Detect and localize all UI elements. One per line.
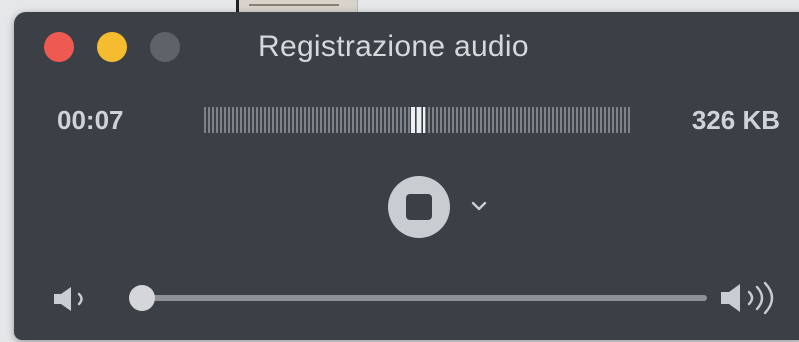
level-peak-indicator — [411, 107, 425, 133]
volume-slider[interactable] — [129, 285, 707, 311]
window-title: Registrazione audio — [258, 30, 529, 63]
close-button[interactable] — [44, 32, 74, 62]
speaker-low-icon — [54, 287, 83, 311]
volume-slider-thumb[interactable] — [129, 285, 155, 311]
desktop-background: Registrazione audio 00:07 326 KB — [0, 0, 799, 342]
zoom-button-disabled — [150, 32, 180, 62]
speaker-high-icon — [721, 281, 774, 315]
stop-button[interactable] — [388, 176, 450, 238]
audio-level-meter — [204, 107, 632, 133]
file-size: 326 KB — [691, 105, 780, 135]
chevron-down-icon[interactable] — [469, 198, 489, 214]
minimize-button[interactable] — [97, 32, 127, 62]
stop-icon — [406, 194, 432, 220]
audio-recording-window: Registrazione audio 00:07 326 KB — [14, 12, 799, 340]
elapsed-time: 00:07 — [57, 105, 124, 135]
title-bar[interactable]: Registrazione audio — [14, 12, 799, 82]
